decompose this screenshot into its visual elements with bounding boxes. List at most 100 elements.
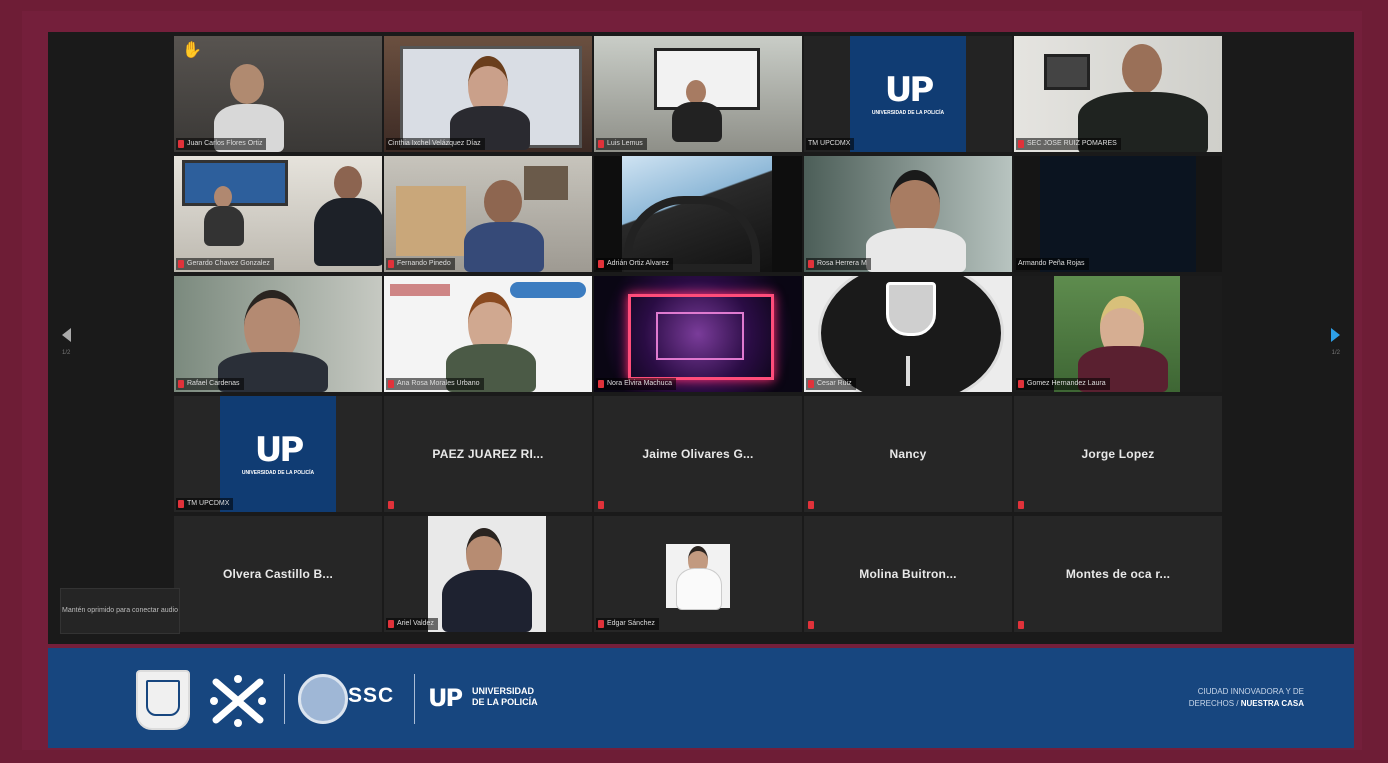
muted-mic-icon [388,260,394,268]
participant-name: Nora Elvira Machuca [607,380,672,387]
participant-tile[interactable]: UP UNIVERSIDAD DE LA POLICÍA TM UPCDMX [174,396,382,512]
participant-tile[interactable]: Gerardo Chavez Gonzalez [174,156,382,272]
participant-name: Fernando Pinedo [397,260,451,267]
participant-nameplate: Adrián Ortiz Alvarez [596,258,673,270]
muted-mic-icon [598,380,604,388]
universidad-policia-logo: UP UNIVERSIDAD DE LA POLICÍA [850,36,966,152]
muted-mic-icon [388,501,394,509]
participant-name: Armando Peña Rojas [1018,260,1085,267]
muted-mic-icon [178,140,184,148]
muted-mic-icon [388,620,394,628]
participant-tile[interactable]: Ana Rosa Morales Urbano [384,276,592,392]
participant-tile[interactable]: Adrián Ortiz Alvarez [594,156,802,272]
participant-tile[interactable]: SEC JOSE RUIZ POMARES [1014,36,1222,152]
participant-nameplate: Armando Peña Rojas [1016,258,1089,270]
participant-nameplate: Edgar Sánchez [596,618,659,630]
next-page-label: 1/2 [1331,350,1340,356]
institutional-banner: SSC UP UNIVERSIDAD DE LA POLICÍA CIUDAD … [48,648,1354,748]
participant-tile[interactable]: Fernando Pinedo [384,156,592,272]
profile-photo [442,528,532,632]
participant-nameplate: Cinthia Ixchel Velázquez Díaz [386,138,485,150]
participant-nameplate: Ana Rosa Morales Urbano [386,378,484,390]
muted-mic-icon [598,501,604,509]
muted-mic-icon [598,140,604,148]
participant-name: Rafael Cardenas [187,380,240,387]
muted-mic-icon [1018,501,1024,509]
participant-tile[interactable]: Rosa Herrera M [804,156,1012,272]
participant-tile-active-speaker[interactable]: Cinthia Ixchel Velázquez Díaz [384,36,592,152]
participant-name: TM UPCDMX [808,140,851,147]
muted-mic-icon [1018,621,1024,629]
participant-nameplate: Cesar Ruiz [806,378,856,390]
ssc-logo-text: SSC [348,684,395,707]
muted-mic-icon [808,260,814,268]
muted-mic-icon [598,620,604,628]
participant-name: Gomez Hernandez Laura [1027,380,1106,387]
participant-name: Montes de oca r... [1065,567,1171,581]
muted-mic-icon [808,621,814,629]
participant-tile[interactable]: Ariel Valdez [384,516,592,632]
participant-name: PAEZ JUAREZ RI... [432,447,544,461]
cdmx-tagline: CIUDAD INNOVADORA Y DE DERECHOS / NUESTR… [1188,687,1304,708]
participant-name: Ana Rosa Morales Urbano [397,380,480,387]
participant-nameplate: Luis Lemus [596,138,647,150]
participant-tile[interactable]: Cesar Ruiz [804,276,1012,392]
participant-name: Olvera Castillo B... [222,567,334,581]
participant-tile[interactable]: ✋ Juan Carlos Flores Ortiz [174,36,382,152]
participant-nameplate: Juan Carlos Flores Ortiz [176,138,267,150]
participant-tile[interactable]: Olvera Castillo B... [174,516,382,632]
participant-nameplate: SEC JOSE RUIZ POMARES [1016,138,1121,150]
participant-name: Cinthia Ixchel Velázquez Díaz [388,140,481,147]
participant-tile[interactable]: Molina Buitron... [804,516,1012,632]
cdmx-logo [210,675,266,727]
participant-tile[interactable]: Gomez Hernandez Laura [1014,276,1222,392]
participant-tile[interactable]: Nancy [804,396,1012,512]
next-page-arrow-icon[interactable] [1331,328,1340,342]
audio-tooltip: Mantén oprimido para conectar audio [60,588,180,634]
participant-name: Edgar Sánchez [607,620,655,627]
muted-mic-icon [1018,380,1024,388]
zoom-gallery-view: 1/2 1/2 ✋ Juan Carlos Flores Ortiz Cinth… [48,32,1354,644]
participant-name: Jorge Lopez [1081,447,1155,461]
cdmx-crest-logo [136,670,190,730]
muted-mic-icon [178,260,184,268]
participant-name: Adrián Ortiz Alvarez [607,260,669,267]
previous-page-label: 1/2 [62,350,71,356]
muted-mic-icon [808,380,814,388]
participant-nameplate: Gerardo Chavez Gonzalez [176,258,274,270]
previous-page-arrow-icon[interactable] [62,328,71,342]
participant-tile[interactable]: Jaime Olivares G... [594,396,802,512]
participant-tile[interactable]: Armando Peña Rojas [1014,156,1222,272]
logo-separator [284,674,285,724]
up-logo-text: UNIVERSIDAD DE LA POLICÍA [472,686,538,707]
logo-separator [414,674,415,724]
participant-tile[interactable]: Montes de oca r... [1014,516,1222,632]
participant-name: Luis Lemus [607,140,643,147]
participant-nameplate: Ariel Valdez [386,618,438,630]
muted-mic-icon [598,260,604,268]
participant-tile[interactable]: Edgar Sánchez [594,516,802,632]
participant-name: SEC JOSE RUIZ POMARES [1027,140,1117,147]
participant-tile[interactable]: UP UNIVERSIDAD DE LA POLICÍA TM UPCDMX [804,36,1012,152]
participant-tile[interactable]: Rafael Cardenas [174,276,382,392]
participant-nameplate: Rafael Cardenas [176,378,244,390]
participant-name: Gerardo Chavez Gonzalez [187,260,270,267]
participant-name: Juan Carlos Flores Ortiz [187,140,263,147]
muted-mic-icon [178,380,184,388]
participant-name: Jaime Olivares G... [642,447,754,461]
participant-tile[interactable]: PAEZ JUAREZ RI... [384,396,592,512]
participant-nameplate: Nora Elvira Machuca [596,378,676,390]
up-logo-mark: UP [428,684,463,712]
muted-mic-icon [1018,140,1024,148]
muted-mic-icon [178,500,184,508]
participant-name: Molina Buitron... [859,567,957,581]
participant-name: Ariel Valdez [397,620,434,627]
raised-hand-icon: ✋ [182,42,202,59]
participant-tile[interactable]: Luis Lemus [594,36,802,152]
participant-tile[interactable]: Jorge Lopez [1014,396,1222,512]
participant-tile[interactable]: Nora Elvira Machuca [594,276,802,392]
participant-nameplate: Gomez Hernandez Laura [1016,378,1110,390]
participant-name: Rosa Herrera M [817,260,867,267]
participant-nameplate: TM UPCDMX [806,138,855,150]
profile-photo [674,546,722,610]
